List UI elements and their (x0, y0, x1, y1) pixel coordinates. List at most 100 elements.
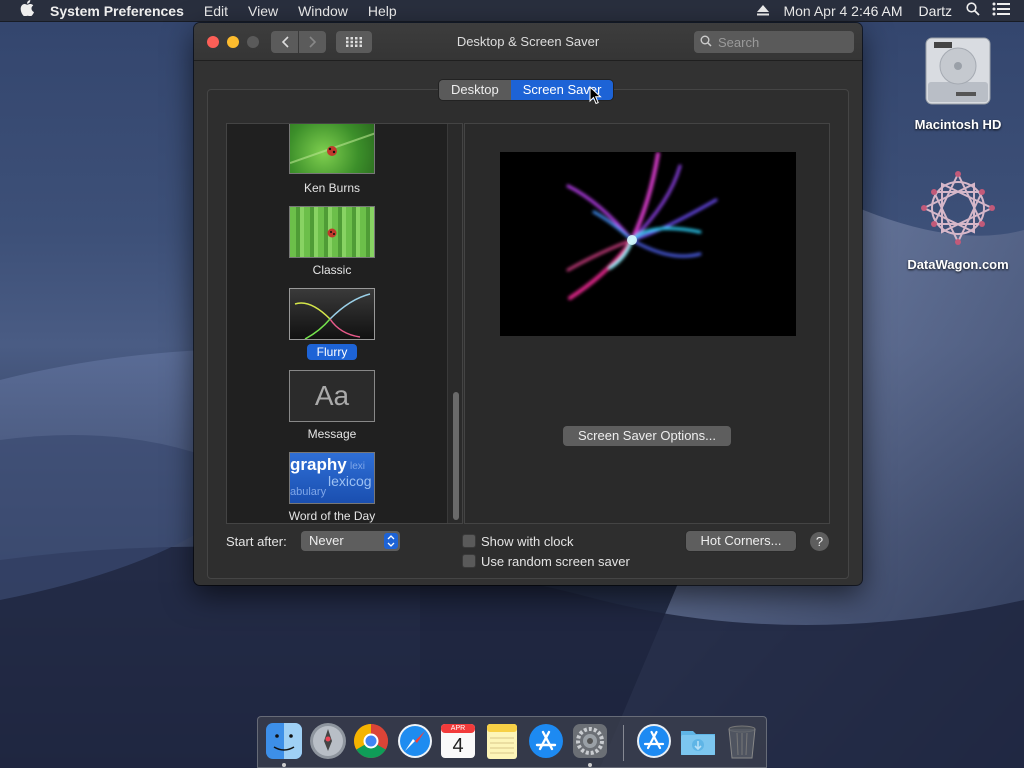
app-store-icon (529, 724, 563, 758)
menu-view[interactable]: View (238, 0, 288, 22)
list-item-flurry[interactable]: Flurry (227, 288, 437, 360)
flurry-preview-graphic (566, 152, 718, 300)
ken-burns-thumbnail (289, 124, 375, 174)
downloads-folder-icon (681, 731, 715, 755)
dock: APR 4 (257, 716, 767, 768)
forward-button[interactable] (299, 31, 326, 53)
chrome-icon (354, 724, 388, 758)
running-indicator (282, 763, 286, 767)
menu-window[interactable]: Window (288, 0, 358, 22)
dock-system-preferences[interactable] (570, 721, 610, 761)
chevron-left-icon (281, 36, 289, 48)
eject-icon[interactable] (751, 0, 775, 22)
wotd-word-4: lexi (350, 461, 366, 472)
finder-icon (266, 723, 302, 759)
notification-center-icon[interactable] (986, 0, 1024, 22)
dock-chrome[interactable] (351, 721, 391, 761)
classic-thumbnail (289, 206, 375, 258)
menu-help[interactable]: Help (358, 0, 407, 22)
dock-calendar[interactable]: APR 4 (438, 721, 478, 761)
list-item-ken-burns[interactable]: Ken Burns (227, 124, 437, 195)
menu-edit[interactable]: Edit (194, 0, 238, 22)
list-item-label: Classic (312, 263, 352, 277)
system-preferences-window: Desktop & Screen Saver Search Desktop Sc… (194, 23, 862, 585)
updown-arrows-icon (384, 533, 398, 549)
dock-finder[interactable] (264, 721, 304, 761)
user-menu[interactable]: Dartz (911, 0, 960, 22)
close-button[interactable] (207, 36, 219, 48)
list-item-label: Word of the Day (288, 509, 376, 523)
app-store-downloads-icon (637, 724, 671, 758)
notes-icon (487, 724, 517, 759)
hard-drive-icon (925, 37, 991, 105)
dock-notes[interactable] (482, 721, 522, 761)
network-share-icon (921, 171, 995, 245)
launchpad-icon (310, 723, 346, 759)
wotd-word-2: lexicog (328, 473, 372, 489)
help-button[interactable]: ? (810, 532, 829, 551)
app-menu[interactable]: System Preferences (38, 0, 194, 22)
spotlight-search-icon[interactable] (960, 0, 986, 22)
preview-pane: Screen Saver Options... (464, 123, 830, 524)
dock-app-store-downloads[interactable] (634, 721, 674, 761)
list-item-label: Ken Burns (303, 181, 361, 195)
running-indicator (588, 763, 592, 767)
selected-label: Flurry (306, 344, 358, 360)
minimize-button[interactable] (227, 36, 239, 48)
desktop-icon-macintosh-hd[interactable]: Macintosh HD (898, 32, 1018, 132)
dock-downloads-folder[interactable] (678, 721, 718, 761)
title-bar[interactable]: Desktop & Screen Saver Search (194, 23, 862, 61)
show-with-clock-label: Show with clock (481, 534, 574, 549)
list-item-label: Flurry (227, 344, 437, 360)
scrollbar-thumb[interactable] (453, 392, 459, 520)
wotd-word-1: graphy (290, 455, 347, 474)
screen-saver-options-button[interactable]: Screen Saver Options... (563, 426, 731, 446)
search-placeholder: Search (718, 34, 760, 50)
random-screen-saver-checkbox[interactable] (462, 554, 476, 568)
trash-icon (728, 725, 756, 759)
desktop-icon-label: DataWagon.com (907, 257, 1009, 272)
wotd-word-3: abulary (290, 486, 327, 498)
dock-separator (623, 725, 624, 761)
calendar-day: 4 (452, 735, 464, 757)
list-item-classic[interactable]: Classic (227, 206, 437, 277)
list-item-message[interactable]: Aa Message (227, 370, 437, 441)
start-after-label: Start after: (226, 534, 287, 549)
apple-menu[interactable] (0, 0, 38, 22)
hot-corners-button[interactable]: Hot Corners... (686, 531, 796, 551)
zoom-button[interactable] (247, 36, 259, 48)
start-after-select[interactable]: Never (301, 531, 400, 551)
message-thumbnail: Aa (289, 370, 375, 422)
list-item-word-of-the-day[interactable]: graphy lexi lexicog abulary Word of the … (227, 452, 437, 523)
grid-icon (346, 37, 362, 47)
dock-trash[interactable] (722, 721, 762, 761)
search-input[interactable]: Search (694, 31, 854, 53)
dock-safari[interactable] (395, 721, 435, 761)
desktop-icon-datawagon[interactable]: DataWagon.com (898, 168, 1018, 272)
random-screen-saver-label: Use random screen saver (481, 554, 630, 569)
back-button[interactable] (271, 31, 298, 53)
search-icon (700, 35, 712, 50)
list-scrollbar[interactable] (447, 124, 462, 523)
safari-icon (398, 724, 432, 758)
dock-launchpad[interactable] (308, 721, 348, 761)
chevron-right-icon (308, 36, 316, 48)
menu-clock[interactable]: Mon Apr 4 2:46 AM (775, 0, 910, 22)
list-item-label: Message (307, 427, 357, 441)
calendar-month: APR (450, 725, 466, 732)
screen-saver-preview (500, 152, 796, 336)
system-preferences-icon (573, 724, 607, 758)
tab-desktop[interactable]: Desktop (439, 80, 511, 100)
dock-app-store[interactable] (526, 721, 566, 761)
menu-bar: System Preferences Edit View Window Help… (0, 0, 1024, 22)
menu-bar-extras: Mon Apr 4 2:46 AM Dartz (751, 0, 1024, 22)
desktop-icon-label: Macintosh HD (914, 117, 1002, 132)
show-all-button[interactable] (336, 31, 372, 53)
screen-saver-list[interactable]: Ken Burns Classic Flurry Aa Message grap… (226, 123, 463, 524)
message-thumb-text: Aa (314, 380, 350, 411)
start-after-value: Never (309, 533, 344, 548)
flurry-thumbnail (289, 288, 375, 340)
show-with-clock-checkbox[interactable] (462, 534, 476, 548)
word-of-the-day-thumbnail: graphy lexi lexicog abulary (289, 452, 375, 504)
tab-bar: Desktop Screen Saver (439, 80, 614, 100)
